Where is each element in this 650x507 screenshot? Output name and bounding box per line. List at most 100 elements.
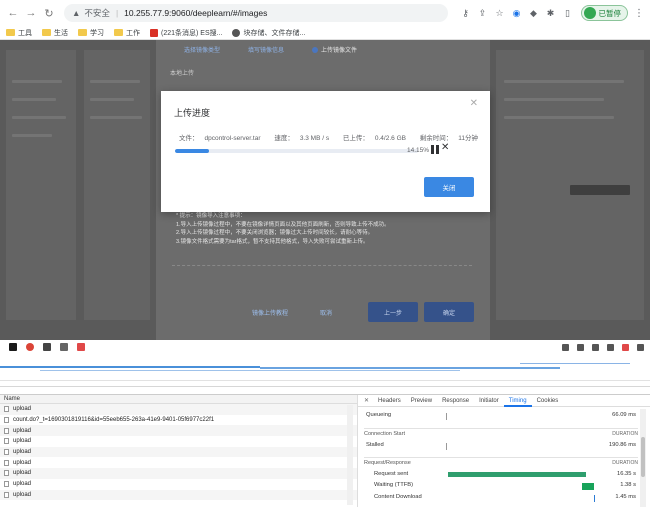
background-text	[90, 80, 140, 83]
app-icon[interactable]	[43, 343, 51, 351]
artifact-line	[0, 380, 650, 381]
star-icon[interactable]: ☆	[493, 8, 507, 19]
tab-cookies[interactable]: Cookies	[532, 395, 564, 407]
tab-timing[interactable]: Timing	[503, 395, 532, 407]
bookmark-folder[interactable]: 工具	[6, 28, 32, 38]
file-icon	[4, 427, 9, 434]
background-text	[90, 98, 134, 101]
forward-icon[interactable]: →	[24, 6, 38, 20]
app-icon[interactable]	[60, 343, 68, 351]
timing-bar	[594, 495, 595, 502]
windows-start-icon[interactable]	[9, 343, 17, 351]
render-artifact	[0, 354, 650, 394]
background-sidebar	[6, 50, 76, 320]
step-indicator: 选择镜像类型 填写镜像信息 上传镜像文件	[156, 40, 490, 58]
chrome-icon[interactable]	[26, 343, 34, 351]
notification-icon[interactable]	[637, 343, 644, 351]
app-icon[interactable]	[77, 343, 85, 351]
insecure-label: 不安全	[84, 8, 110, 18]
request-row[interactable]: upload	[0, 425, 357, 437]
tab-preview[interactable]: Preview	[406, 395, 437, 407]
request-rows: upload count.do?_t=1690301819116&id=55ee…	[0, 404, 357, 501]
menu-icon[interactable]: ⋮	[634, 8, 644, 19]
cancel-link[interactable]: 取消	[320, 308, 332, 317]
request-row[interactable]: upload	[0, 479, 357, 490]
tray-icon[interactable]	[592, 343, 599, 351]
request-list: Name upload count.do?_t=1690301819116&id…	[0, 395, 358, 507]
confirm-button[interactable]: 确定	[424, 302, 474, 322]
close-dialog-button[interactable]: 关闭	[424, 177, 474, 197]
upload-guide-link[interactable]: 镜像上传教程	[252, 308, 288, 317]
profile-button[interactable]: 已暂停	[580, 5, 628, 21]
warning-icon[interactable]: ▲	[72, 8, 80, 18]
timing-bar	[582, 483, 594, 490]
extension-icons: ⚷ ⇪ ☆ ◉ ◆ ✱ ▯	[456, 8, 575, 19]
folder-icon	[6, 29, 15, 36]
background-text	[12, 98, 56, 101]
background-sidebar	[84, 50, 150, 320]
tray-icon[interactable]	[562, 343, 569, 351]
scrollbar[interactable]	[640, 409, 646, 507]
address-bar[interactable]: ▲ 不安全 | 10.255.77.9:9060/deeplearn/#/ima…	[64, 4, 448, 22]
bookmark-link[interactable]: (221条消息) ES搜...	[150, 28, 222, 38]
tab-initiator[interactable]: Initiator	[474, 395, 504, 407]
request-row[interactable]: upload	[0, 457, 357, 468]
file-icon	[4, 481, 9, 488]
bookmark-folder[interactable]: 工作	[114, 28, 140, 38]
extension-blue-icon[interactable]: ◉	[510, 8, 524, 19]
bookmark-folder[interactable]: 学习	[78, 28, 104, 38]
tray-icon[interactable]	[607, 343, 614, 351]
remote-taskbar	[0, 340, 650, 354]
tray-icon[interactable]	[577, 343, 584, 351]
bookmark-link[interactable]: 块存储、文件存储...	[232, 28, 305, 38]
browser-toolbar: ← → ↻ ▲ 不安全 | 10.255.77.9:9060/deeplearn…	[0, 0, 650, 26]
request-row[interactable]: upload	[0, 436, 357, 447]
name-column-header[interactable]: Name	[0, 395, 357, 404]
back-icon[interactable]: ←	[6, 6, 20, 20]
request-row[interactable]: count.do?_t=1690301819116&id=55eeb655-26…	[0, 415, 357, 426]
remaining-time: 剩余时间： 11分钟	[419, 135, 479, 142]
artifact-line	[0, 386, 650, 387]
timing-content-download: Content Download 1.45 ms	[374, 494, 636, 502]
uploaded-size: 已上传： 0.4/2.6 GB	[342, 135, 406, 142]
prev-step-button[interactable]: 上一步	[368, 302, 418, 322]
key-icon[interactable]: ⚷	[459, 8, 473, 19]
file-icon	[4, 438, 9, 445]
detail-tabs: ✕ Headers Preview Response Initiator Tim…	[358, 395, 650, 407]
timing-bar	[446, 413, 447, 420]
connection-section: Connection Start DURATION	[364, 428, 638, 437]
tab-response[interactable]: Response	[437, 395, 474, 407]
cancel-upload-icon[interactable]: ✕	[441, 142, 449, 153]
timing-stalled: Stalled 190.86 ms	[366, 442, 636, 450]
background-text	[90, 116, 142, 119]
tab-headers[interactable]: Headers	[373, 395, 406, 407]
close-icon[interactable]: ✕	[364, 397, 369, 404]
request-row[interactable]: upload	[0, 404, 357, 415]
scrollbar[interactable]	[347, 405, 353, 505]
background-text	[12, 80, 62, 83]
background-text	[12, 134, 52, 137]
puzzle-icon[interactable]: ✱	[544, 8, 558, 19]
local-upload-tab[interactable]: 本地上传	[170, 68, 194, 77]
close-icon[interactable]: ✕	[470, 98, 478, 109]
artifact-line	[520, 363, 630, 364]
pause-icon[interactable]	[431, 145, 439, 154]
folder-icon	[114, 29, 123, 36]
system-tray	[554, 343, 644, 351]
folder-icon	[78, 29, 87, 36]
request-row[interactable]: upload	[0, 446, 357, 458]
background-text	[504, 116, 614, 119]
request-row[interactable]: upload	[0, 489, 357, 501]
sidepanel-icon[interactable]: ▯	[561, 8, 575, 19]
tray-icon[interactable]	[622, 343, 629, 351]
scrollbar-thumb[interactable]	[641, 437, 645, 477]
extension-gray-icon[interactable]: ◆	[527, 8, 541, 19]
request-row[interactable]: upload	[0, 468, 357, 479]
file-icon	[4, 459, 9, 466]
artifact-line	[260, 367, 560, 369]
share-icon[interactable]: ⇪	[476, 8, 490, 19]
reload-icon[interactable]: ↻	[42, 6, 56, 20]
bookmark-folder[interactable]: 生活	[42, 28, 68, 38]
upload-notes: * 提示：镜像导入注意事项： 1.导入上传镜像过程中，不要在镜像详情页面以及其他…	[176, 213, 390, 245]
step-dot-icon	[312, 46, 319, 53]
